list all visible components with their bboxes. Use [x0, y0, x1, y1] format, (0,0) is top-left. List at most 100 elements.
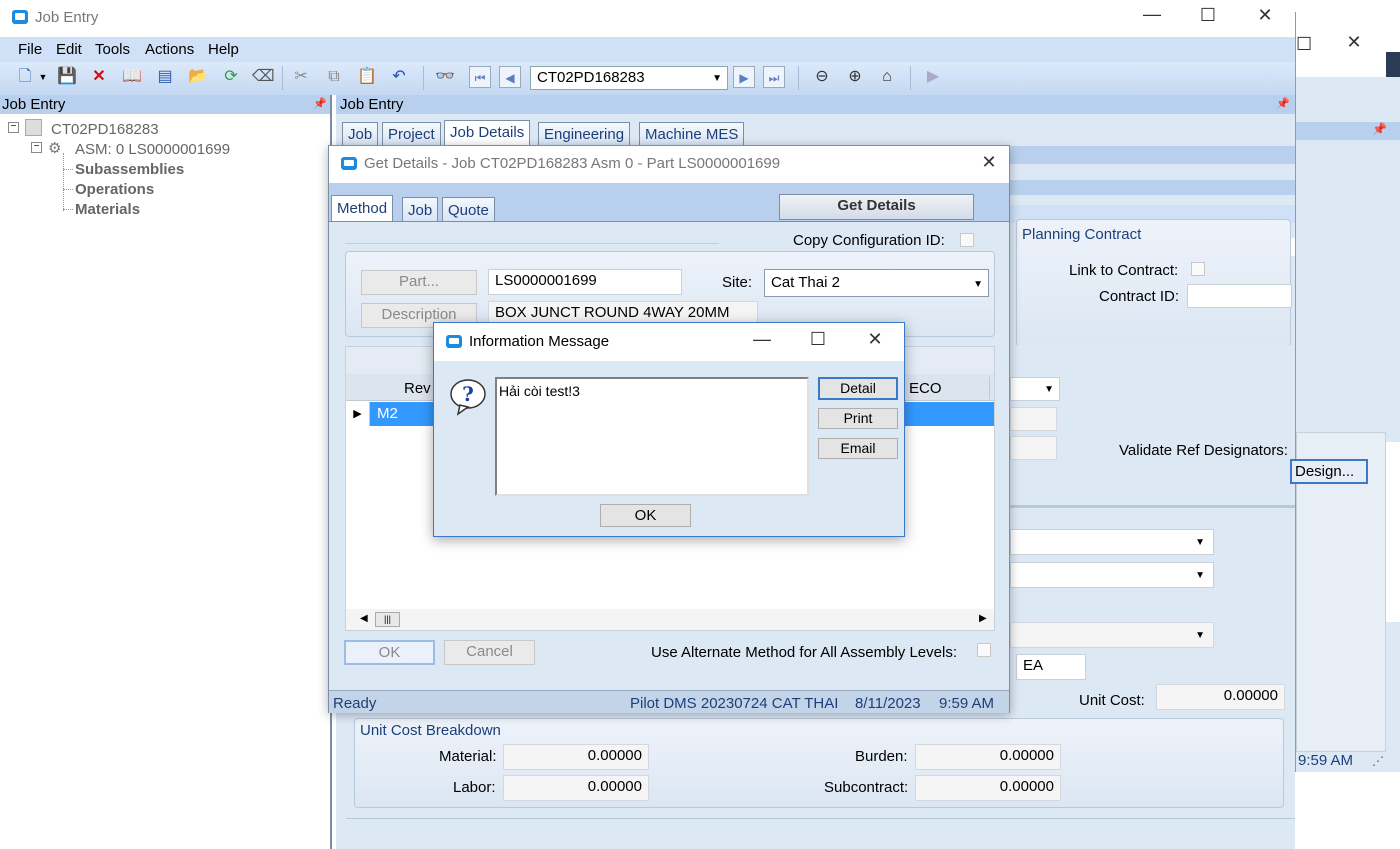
- binoculars-icon[interactable]: 👓: [434, 66, 456, 88]
- menu-tools[interactable]: Tools: [95, 41, 130, 58]
- horizontal-scrollbar[interactable]: ◀ ||| ▶: [346, 609, 994, 630]
- subcontract-field[interactable]: 0.00000: [915, 775, 1061, 801]
- tab-job[interactable]: Job: [342, 122, 379, 146]
- menu-help[interactable]: Help: [208, 41, 239, 58]
- get-details-button[interactable]: Get Details: [779, 194, 974, 220]
- pin-icon[interactable]: 📌: [313, 97, 327, 110]
- copy-config-checkbox[interactable]: [960, 233, 974, 247]
- ok-button[interactable]: OK: [344, 640, 435, 665]
- status-bar: Ready Pilot DMS 20230724 CAT THAI 8/11/2…: [329, 690, 1009, 713]
- undo-icon[interactable]: ↶: [388, 66, 410, 88]
- cut-icon[interactable]: ✂: [290, 66, 312, 88]
- labor-field[interactable]: 0.00000: [503, 775, 649, 801]
- message-text[interactable]: Hải còi test!3: [495, 377, 809, 496]
- paste-icon[interactable]: 📋: [356, 66, 378, 88]
- tab-job[interactable]: Job: [402, 197, 439, 221]
- print-button[interactable]: Print: [818, 408, 898, 429]
- new-icon[interactable]: 🗋: [14, 66, 36, 88]
- left-panel-header: Job Entry 📌: [0, 95, 330, 114]
- pin-icon[interactable]: 📌: [1276, 97, 1290, 110]
- close-icon[interactable]: ✕: [1255, 5, 1275, 26]
- copy-icon[interactable]: ⧉: [323, 66, 345, 88]
- play-icon[interactable]: ▶: [922, 66, 944, 88]
- scroll-thumb[interactable]: |||: [375, 612, 400, 627]
- menu-file[interactable]: File: [18, 41, 42, 58]
- tree-expand-icon[interactable]: −: [8, 122, 19, 133]
- site-select[interactable]: Cat Thai 2 ▼: [764, 269, 989, 297]
- material-label: Material:: [439, 748, 497, 765]
- home-icon[interactable]: ⌂: [876, 66, 898, 88]
- tab-job-details[interactable]: Job Details: [444, 120, 531, 146]
- back-icon[interactable]: ⊖: [811, 66, 833, 88]
- pin-icon[interactable]: 📌: [1372, 122, 1387, 136]
- select-field-1[interactable]: ▼: [1010, 529, 1214, 555]
- part-field[interactable]: LS0000001699: [488, 269, 682, 295]
- scroll-left-icon[interactable]: ◀: [360, 613, 368, 624]
- column-eco[interactable]: ECO: [909, 380, 942, 397]
- tree-materials[interactable]: Materials: [75, 201, 140, 218]
- link-to-contract-label: Link to Contract:: [1069, 262, 1179, 279]
- app-icon: [446, 335, 462, 348]
- uom-field[interactable]: EA: [1016, 654, 1086, 680]
- refresh-icon[interactable]: ⟳: [220, 66, 242, 88]
- burden-field[interactable]: 0.00000: [915, 744, 1061, 770]
- job-select-value: CT02PD168283: [537, 69, 645, 86]
- tab-machine-mes[interactable]: Machine MES: [639, 122, 745, 146]
- alt-method-checkbox[interactable]: [977, 643, 991, 657]
- design-button[interactable]: Design...: [1290, 459, 1368, 484]
- tab-engineering[interactable]: Engineering: [538, 122, 631, 146]
- contract-id-field[interactable]: [1187, 284, 1292, 308]
- first-record-icon[interactable]: ⏮: [469, 66, 491, 88]
- folder-icon[interactable]: 📂: [187, 66, 209, 88]
- assembly-icon: ⚙: [48, 140, 62, 157]
- select-field-3[interactable]: ▼: [1010, 622, 1214, 648]
- eraser-icon[interactable]: ⌫: [252, 66, 275, 88]
- tree-expand-icon[interactable]: −: [31, 142, 42, 153]
- restore-icon[interactable]: ☐: [1296, 34, 1312, 55]
- minimize-icon[interactable]: —: [752, 329, 772, 350]
- part-button[interactable]: Part...: [361, 270, 477, 295]
- maximize-icon[interactable]: ☐: [808, 329, 828, 350]
- resize-grip-icon[interactable]: ⋰: [1372, 754, 1384, 768]
- tab-project[interactable]: Project: [382, 122, 441, 146]
- minimize-icon[interactable]: —: [1142, 4, 1162, 25]
- close-icon[interactable]: ✕: [979, 152, 999, 173]
- material-field[interactable]: 0.00000: [503, 744, 649, 770]
- save-icon[interactable]: 💾: [56, 66, 78, 88]
- delete-icon[interactable]: ✕: [88, 66, 110, 88]
- tab-method[interactable]: Method: [331, 195, 394, 221]
- maximize-icon[interactable]: ☐: [1198, 5, 1218, 26]
- select-field-2[interactable]: ▼: [1010, 562, 1214, 588]
- detail-button[interactable]: Detail: [818, 377, 898, 400]
- menu-edit[interactable]: Edit: [56, 41, 82, 58]
- tree-subassemblies[interactable]: Subassemblies: [75, 161, 184, 178]
- tab-quote[interactable]: Quote: [442, 197, 495, 221]
- column-rev[interactable]: Rev: [404, 380, 431, 397]
- unit-cost-field[interactable]: 0.00000: [1156, 684, 1285, 710]
- close-icon[interactable]: ✕: [1344, 32, 1364, 53]
- forward-icon[interactable]: ⊕: [844, 66, 866, 88]
- site-label: Site:: [722, 274, 753, 291]
- link-to-contract-checkbox[interactable]: [1191, 262, 1205, 276]
- tree-operations[interactable]: Operations: [75, 181, 154, 198]
- prev-record-icon[interactable]: ◀: [499, 66, 521, 88]
- rev-desc-field-edge[interactable]: [1010, 407, 1057, 431]
- attach-icon[interactable]: 📖: [121, 66, 143, 88]
- info-ok-button[interactable]: OK: [600, 504, 691, 527]
- revision-select-edge[interactable]: ▼: [1010, 377, 1060, 401]
- next-record-icon[interactable]: ▶: [733, 66, 755, 88]
- menu-actions[interactable]: Actions: [145, 41, 194, 58]
- unit-cost-breakdown-group: Unit Cost Breakdown Material: 0.00000 La…: [354, 718, 1284, 808]
- email-button[interactable]: Email: [818, 438, 898, 459]
- close-icon[interactable]: ✕: [865, 329, 885, 350]
- new-dropdown-icon[interactable]: ▼: [38, 66, 48, 88]
- last-record-icon[interactable]: ⏭: [763, 66, 785, 88]
- grid-icon[interactable]: ▤: [154, 66, 176, 88]
- tree-asm[interactable]: ASM: 0 LS0000001699: [75, 141, 230, 158]
- rev-date-field-edge[interactable]: [1010, 436, 1057, 460]
- tree-root[interactable]: CT02PD168283: [51, 121, 159, 138]
- chevron-down-icon: ▼: [1195, 537, 1205, 548]
- cancel-button[interactable]: Cancel: [444, 640, 535, 665]
- scroll-right-icon[interactable]: ▶: [979, 613, 987, 624]
- job-select[interactable]: CT02PD168283 ▼: [530, 66, 728, 90]
